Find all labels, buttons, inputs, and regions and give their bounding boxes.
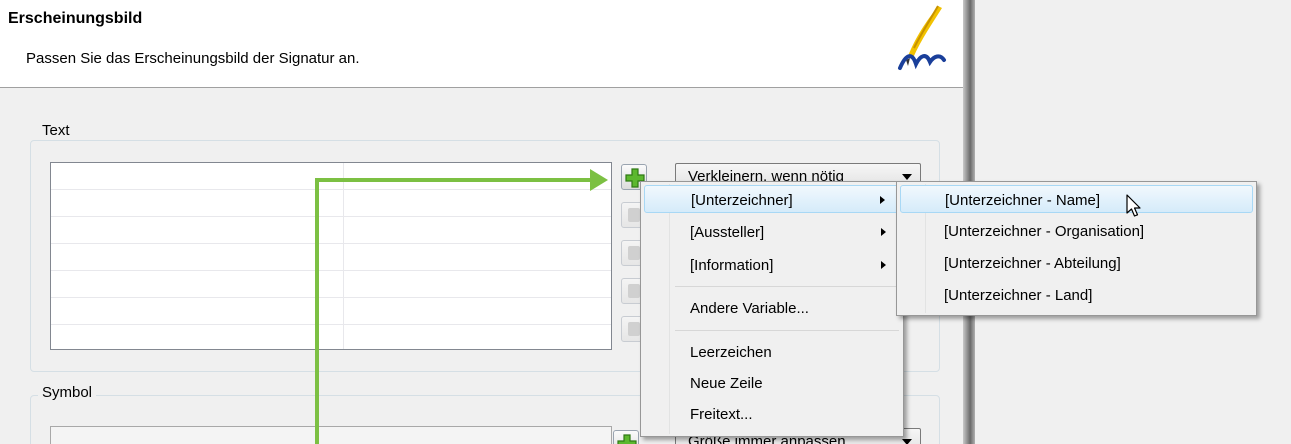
table-row	[51, 216, 611, 217]
unterzeichner-submenu: [Unterzeichner - Name] [Unterzeichner - …	[896, 181, 1257, 316]
menu-item-neue-zeile[interactable]: Neue Zeile	[644, 369, 900, 397]
table-row	[51, 243, 611, 244]
menu-item-leerzeichen[interactable]: Leerzeichen	[644, 338, 900, 366]
annotation-arrowhead-icon	[590, 169, 608, 191]
arrow-down-icon	[628, 322, 640, 336]
chevron-down-icon	[902, 174, 912, 180]
submenu-item-abteilung[interactable]: [Unterzeichner - Abteilung]	[900, 249, 1253, 277]
text-group-label: Text	[38, 122, 74, 139]
menu-item-label: [Unterzeichner]	[691, 192, 793, 209]
menu-item-unterzeichner[interactable]: [Unterzeichner]	[644, 185, 900, 213]
table-row	[51, 189, 611, 190]
quill-pen-icon	[898, 5, 946, 70]
menu-item-label: Freitext...	[690, 406, 753, 423]
table-row	[51, 270, 611, 271]
symbol-field[interactable]	[50, 426, 612, 444]
menu-item-freitext[interactable]: Freitext...	[644, 400, 900, 428]
text-lines-table[interactable]	[50, 162, 612, 350]
page-title: Erscheinungsbild	[8, 10, 143, 27]
page-subtitle: Passen Sie das Erscheinungsbild der Sign…	[26, 50, 360, 67]
submenu-item-organisation[interactable]: [Unterzeichner - Organisation]	[900, 217, 1253, 245]
menu-separator	[675, 286, 899, 287]
menu-item-label: [Unterzeichner - Abteilung]	[944, 255, 1121, 272]
dialog-header: Erscheinungsbild Passen Sie das Erschein…	[0, 0, 965, 88]
menu-item-label: [Unterzeichner - Organisation]	[944, 223, 1145, 240]
add-symbol-button[interactable]	[613, 430, 639, 444]
symbol-group-label: Symbol	[38, 384, 97, 401]
menu-item-label: [Information]	[690, 257, 774, 274]
menu-item-andere-variable[interactable]: Andere Variable...	[644, 294, 900, 322]
mouse-pointer-icon	[1126, 194, 1141, 217]
menu-item-label: Leerzeichen	[690, 344, 772, 361]
menu-separator	[675, 330, 899, 331]
insert-variable-menu: [Unterzeichner] [Aussteller] [Informatio…	[640, 181, 904, 437]
plus-icon	[617, 434, 637, 444]
menu-item-label: [Unterzeichner - Name]	[945, 192, 1101, 209]
delete-icon	[628, 246, 640, 260]
chevron-right-icon	[881, 261, 886, 269]
table-row	[51, 324, 611, 325]
annotation-arrow-horizontal	[315, 178, 593, 182]
table-row	[51, 297, 611, 298]
table-column-divider	[343, 163, 344, 349]
menu-item-label: [Unterzeichner - Land]	[944, 287, 1093, 304]
chevron-down-icon	[902, 439, 912, 444]
annotation-arrow-vertical	[315, 178, 319, 444]
pencil-icon	[628, 208, 640, 222]
submenu-item-name[interactable]: [Unterzeichner - Name]	[900, 185, 1253, 213]
menu-item-label: [Aussteller]	[690, 224, 765, 241]
menu-item-aussteller[interactable]: [Aussteller]	[644, 218, 900, 246]
chevron-right-icon	[880, 196, 885, 204]
menu-item-label: Andere Variable...	[690, 300, 809, 317]
chevron-right-icon	[881, 228, 886, 236]
arrow-up-icon	[628, 284, 640, 298]
menu-item-label: Neue Zeile	[690, 375, 763, 392]
menu-item-information[interactable]: [Information]	[644, 251, 900, 279]
submenu-item-land[interactable]: [Unterzeichner - Land]	[900, 281, 1253, 309]
